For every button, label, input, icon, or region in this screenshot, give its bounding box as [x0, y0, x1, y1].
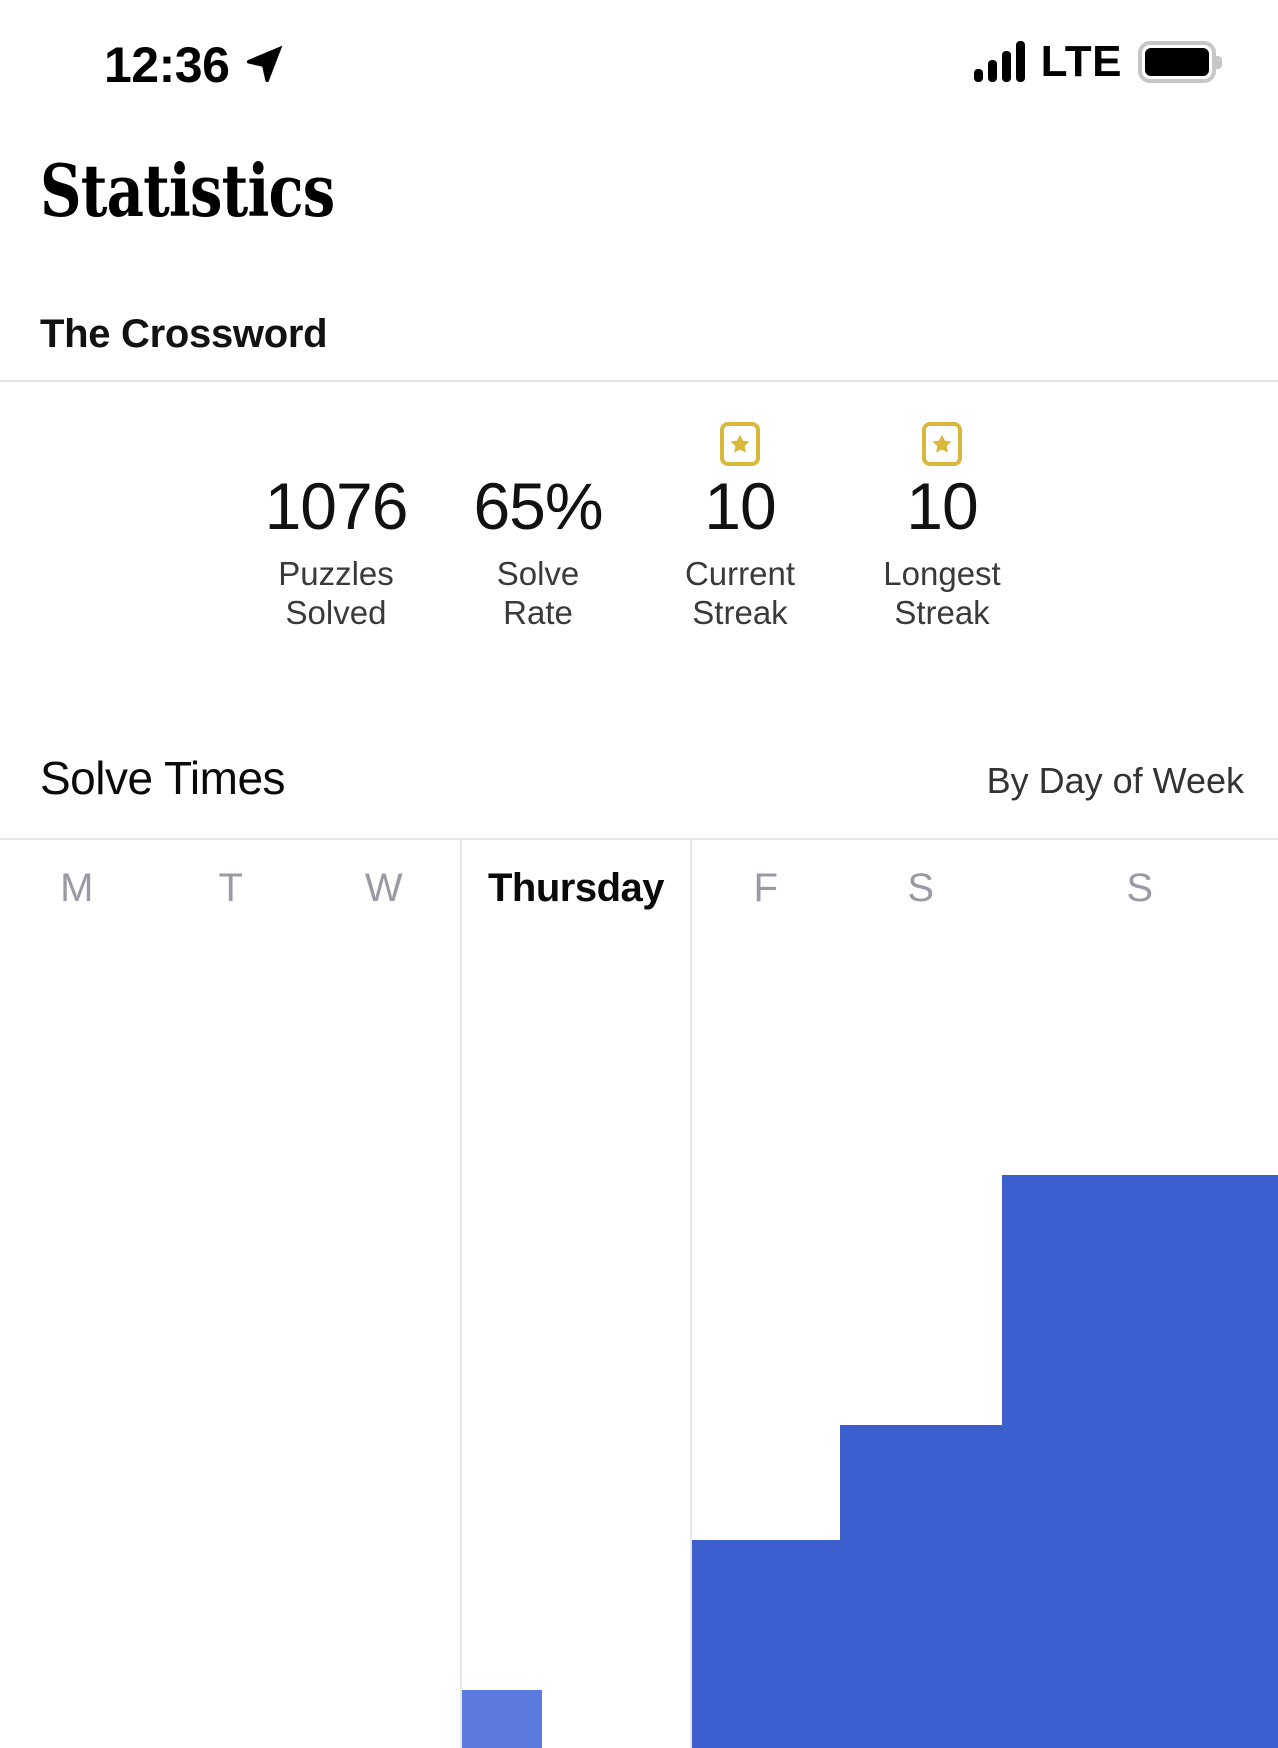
stat-puzzles-solved: 1076 Puzzles Solved	[235, 420, 437, 633]
battery-full-icon	[1138, 41, 1222, 83]
location-arrow-icon	[243, 41, 287, 90]
stat-label: Solve Rate	[496, 555, 580, 632]
chart-bar	[1002, 1175, 1278, 1748]
status-bar: 12:36 LTE	[0, 0, 1278, 128]
stat-badge-slot	[922, 420, 962, 468]
solve-times-chart[interactable]: M T W Thursday F S S	[0, 840, 1278, 1748]
stat-badge-slot	[720, 420, 760, 468]
chart-bar-selected	[462, 1690, 542, 1748]
chart-column-saturday[interactable]: S	[840, 840, 1002, 1748]
chart-column-label: Thursday	[487, 866, 665, 910]
chart-column-tuesday[interactable]: T	[154, 840, 308, 1748]
status-bar-right: LTE	[973, 37, 1222, 86]
chart-bar	[692, 1540, 840, 1748]
stat-value: 10	[704, 469, 776, 543]
stat-value: 10	[906, 469, 978, 543]
statistics-screen: 12:36 LTE Statistics The Crossword 1076 …	[0, 0, 1278, 1748]
stat-longest-streak: 10 Longest Streak	[841, 420, 1043, 633]
cellular-signal-icon	[973, 41, 1025, 82]
chart-bar	[840, 1425, 1002, 1748]
stat-label: Current Streak	[684, 555, 796, 632]
chart-column-sunday[interactable]: S	[1002, 840, 1278, 1748]
chart-column-label: W	[364, 866, 404, 910]
chart-column-wednesday[interactable]: W	[308, 840, 460, 1748]
page-title: Statistics	[40, 148, 335, 233]
chart-column-monday[interactable]: M	[0, 840, 154, 1748]
header-divider	[0, 380, 1278, 382]
chart-column-label: S	[907, 866, 935, 910]
carrier-tech-label: LTE	[1040, 37, 1122, 86]
status-bar-clock: 12:36	[104, 37, 230, 93]
chart-column-label: F	[753, 866, 779, 910]
section-title: Solve Times	[40, 752, 286, 804]
puzzle-name-label: The Crossword	[40, 312, 328, 356]
chart-column-friday[interactable]: F	[692, 840, 840, 1748]
status-bar-left: 12:36	[104, 40, 287, 90]
stat-current-streak: 10 Current Streak	[639, 420, 841, 633]
stat-label: Longest Streak	[883, 555, 1001, 632]
chart-column-label: T	[218, 866, 244, 910]
stat-value: 65%	[473, 469, 603, 543]
stat-solve-rate: 65% Solve Rate	[437, 420, 639, 633]
chart-column-label: S	[1126, 866, 1154, 910]
chart-mode-label[interactable]: By Day of Week	[987, 763, 1244, 799]
solve-times-header: Solve Times By Day of Week	[0, 755, 1278, 839]
chart-column-thursday[interactable]: Thursday	[460, 840, 692, 1748]
stat-label: Puzzles Solved	[278, 555, 394, 632]
stat-value: 1076	[264, 469, 409, 543]
gold-star-badge-icon	[922, 422, 962, 466]
chart-column-label: M	[60, 866, 94, 910]
gold-star-badge-icon	[720, 422, 760, 466]
summary-stats-row: 1076 Puzzles Solved 65% Solve Rate 10 Cu…	[0, 420, 1278, 710]
